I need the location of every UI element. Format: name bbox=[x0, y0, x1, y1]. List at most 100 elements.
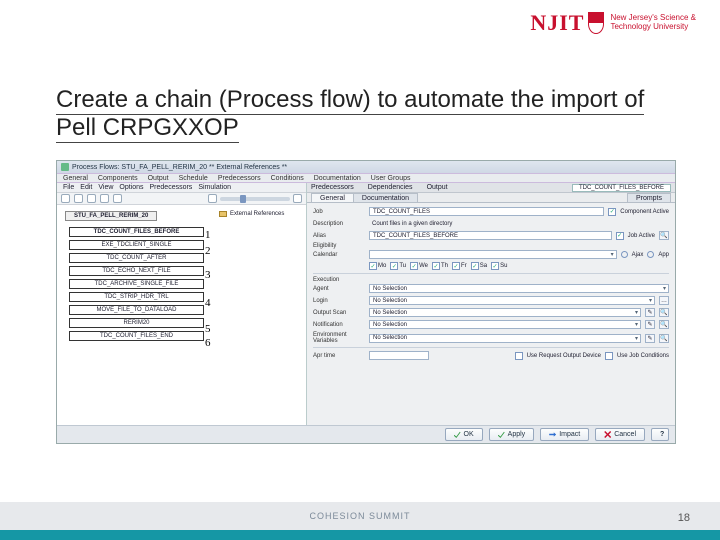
lm-options[interactable]: Options bbox=[119, 184, 143, 191]
ok-button[interactable]: OK bbox=[445, 428, 483, 441]
menu-components[interactable]: Components bbox=[98, 175, 138, 182]
page-number: 18 bbox=[678, 512, 690, 524]
lbl-job: Job bbox=[313, 209, 365, 215]
process-box-9[interactable]: TDC_COUNT_FILES_END bbox=[69, 331, 204, 341]
lbl-use-job-conditions: Use Job Conditions bbox=[617, 353, 669, 359]
lbl-login: Login bbox=[313, 298, 365, 304]
field-job[interactable]: TDC_COUNT_FILES bbox=[369, 207, 604, 216]
chk-job-active[interactable] bbox=[616, 232, 624, 240]
process-box-7[interactable]: MOVE_FILE_TO_DATALOAD bbox=[69, 305, 204, 315]
chk-tu[interactable] bbox=[390, 262, 398, 270]
apply-button[interactable]: Apply bbox=[489, 428, 535, 441]
left-pane: File Edit View Options Predecessors Simu… bbox=[57, 183, 307, 425]
window-titlebar[interactable]: Process Flows: STU_FA_PELL_RERIM_20 ** E… bbox=[57, 161, 675, 173]
lbl-outputscan: Output Scan bbox=[313, 310, 365, 316]
menu-output[interactable]: Output bbox=[148, 175, 169, 182]
right-pane: Predecessors Dependencies Output TDC_COU… bbox=[307, 183, 675, 425]
tool-open-icon[interactable] bbox=[74, 194, 83, 203]
chk-use-request-output[interactable] bbox=[515, 352, 523, 360]
tool-copy-icon[interactable] bbox=[113, 194, 122, 203]
menu-documentation[interactable]: Documentation bbox=[314, 175, 361, 182]
menu-usergroups[interactable]: User Groups bbox=[371, 175, 411, 182]
chk-th[interactable] bbox=[432, 262, 440, 270]
env-edit-icon[interactable]: ✎ bbox=[645, 334, 655, 343]
zoom-in-icon[interactable] bbox=[293, 194, 302, 203]
tab-general[interactable]: General bbox=[311, 193, 354, 202]
tool-new-icon[interactable] bbox=[61, 194, 70, 203]
section-execution: Execution bbox=[313, 277, 669, 283]
menu-general[interactable]: General bbox=[63, 175, 88, 182]
tab-output-top[interactable]: Output bbox=[427, 184, 448, 191]
field-agent[interactable]: No Selection bbox=[369, 284, 669, 293]
form-panel: Job TDC_COUNT_FILES Component Active Des… bbox=[307, 203, 675, 425]
zoom-control[interactable] bbox=[208, 194, 302, 203]
annot-4: 4 bbox=[205, 297, 211, 309]
impact-button[interactable]: Impact bbox=[540, 428, 589, 441]
lm-simulation[interactable]: Simulation bbox=[198, 184, 231, 191]
process-box-8[interactable]: RERIM20 bbox=[69, 318, 204, 328]
radio-app[interactable] bbox=[647, 251, 654, 258]
scan-edit-icon[interactable]: ✎ bbox=[645, 308, 655, 317]
process-box-6[interactable]: TDC_STRIP_HDR_TRL bbox=[69, 292, 204, 302]
slide-title: Create a chain (Process flow) to automat… bbox=[56, 86, 680, 142]
field-alias[interactable]: TDC_COUNT_FILES_BEFORE bbox=[369, 231, 612, 240]
lbl-description: Description bbox=[313, 221, 365, 227]
annot-3: 3 bbox=[205, 269, 211, 281]
lbl-alias: Alias bbox=[313, 233, 365, 239]
tab-predecessors[interactable]: Predecessors bbox=[311, 184, 354, 191]
field-outputscan[interactable]: No Selection bbox=[369, 308, 641, 317]
process-box-3[interactable]: TDC_COUNT_AFTER bbox=[69, 253, 204, 263]
process-box-5[interactable]: TDC_ARCHIVE_SINGLE_FILE bbox=[69, 279, 204, 289]
lbl-use-request-output: Use Request Output Device bbox=[527, 353, 601, 359]
field-login[interactable]: No Selection bbox=[369, 296, 655, 305]
chk-we[interactable] bbox=[410, 262, 418, 270]
selected-component-top[interactable]: TDC_COUNT_FILES_BEFORE bbox=[572, 184, 671, 192]
lm-edit[interactable]: Edit bbox=[80, 184, 92, 191]
cancel-button[interactable]: Cancel bbox=[595, 428, 645, 441]
lbl-notification: Notification bbox=[313, 322, 365, 328]
radio-ajax[interactable] bbox=[621, 251, 628, 258]
app-icon bbox=[61, 163, 69, 171]
field-aprtime[interactable] bbox=[369, 351, 429, 360]
chain-title[interactable]: STU_FA_PELL_RERIM_20 bbox=[65, 211, 157, 221]
notif-view-icon[interactable]: 🔍 bbox=[659, 320, 669, 329]
env-view-icon[interactable]: 🔍 bbox=[659, 334, 669, 343]
chk-su[interactable] bbox=[491, 262, 499, 270]
notif-edit-icon[interactable]: ✎ bbox=[645, 320, 655, 329]
scan-view-icon[interactable]: 🔍 bbox=[659, 308, 669, 317]
login-browse-icon[interactable]: … bbox=[659, 296, 669, 305]
lm-view[interactable]: View bbox=[98, 184, 113, 191]
process-box-4[interactable]: TDC_ECHO_NEXT_FILE bbox=[69, 266, 204, 276]
menu-conditions[interactable]: Conditions bbox=[271, 175, 304, 182]
tab-documentation[interactable]: Documentation bbox=[353, 193, 418, 202]
left-menu: File Edit View Options Predecessors Simu… bbox=[57, 183, 306, 193]
lbl-component-active: Component Active bbox=[620, 209, 669, 215]
tab-dependencies[interactable]: Dependencies bbox=[368, 184, 413, 191]
field-envvars[interactable]: No Selection bbox=[369, 334, 641, 343]
tab-prompts[interactable]: Prompts bbox=[627, 193, 671, 202]
folder-icon bbox=[219, 211, 227, 217]
lm-predecessors[interactable]: Predecessors bbox=[150, 184, 193, 191]
view-job-icon[interactable]: 🔍 bbox=[659, 231, 669, 240]
chk-fr[interactable] bbox=[452, 262, 460, 270]
lbl-envvars: Environment Variables bbox=[313, 332, 365, 344]
menu-schedule[interactable]: Schedule bbox=[179, 175, 208, 182]
field-notification[interactable]: No Selection bbox=[369, 320, 641, 329]
menu-predecessors[interactable]: Predecessors bbox=[218, 175, 261, 182]
field-calendar[interactable] bbox=[369, 250, 617, 259]
process-box-1[interactable]: TDC_COUNT_FILES_BEFORE bbox=[69, 227, 204, 237]
zoom-slider[interactable] bbox=[220, 197, 290, 201]
chk-use-job-conditions[interactable] bbox=[605, 352, 613, 360]
process-box-2[interactable]: EXE_TDCLIENT_SINGLE bbox=[69, 240, 204, 250]
help-button[interactable]: ? bbox=[651, 428, 669, 441]
external-references[interactable]: External References bbox=[219, 211, 284, 217]
lm-file[interactable]: File bbox=[63, 184, 74, 191]
chk-mo[interactable] bbox=[369, 262, 377, 270]
chk-component-active[interactable] bbox=[608, 208, 616, 216]
process-canvas[interactable]: External References STU_FA_PELL_RERIM_20… bbox=[57, 205, 306, 425]
tool-cut-icon[interactable] bbox=[100, 194, 109, 203]
chk-sa[interactable] bbox=[471, 262, 479, 270]
footer-text: COHESION SUMMIT bbox=[309, 511, 410, 521]
zoom-out-icon[interactable] bbox=[208, 194, 217, 203]
tool-save-icon[interactable] bbox=[87, 194, 96, 203]
